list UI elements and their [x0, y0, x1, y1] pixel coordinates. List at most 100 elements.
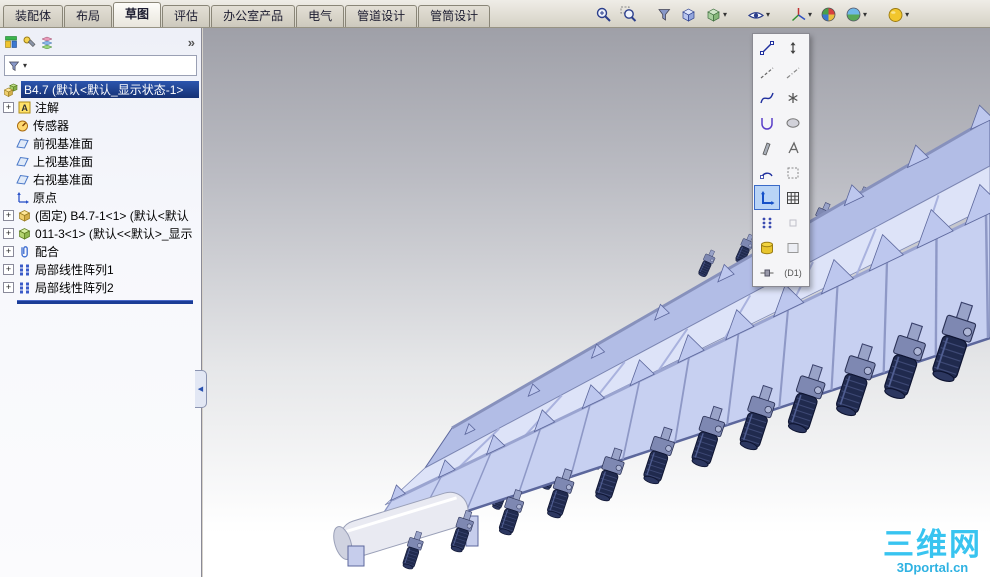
tree-root-assembly[interactable]: B4.7 (默认<默认_显示状态-1> — [3, 81, 201, 98]
centerline-icon — [760, 67, 774, 78]
filter-funnel-icon[interactable] — [8, 60, 20, 72]
tree-root-label: B4.7 (默认<默认_显示状态-1> — [21, 81, 199, 98]
ellipse-tool[interactable] — [780, 110, 806, 135]
grid-tool[interactable] — [780, 185, 806, 210]
command-manager-bar: 装配体 布局 草图 评估 办公室产品 电气 管道设计 管筒设计 ▾ ▾ ▾ ▾ … — [0, 0, 990, 28]
solidworks-window: 装配体 布局 草图 评估 办公室产品 电气 管道设计 管筒设计 ▾ ▾ ▾ ▾ … — [0, 0, 990, 577]
tree-item-origin[interactable]: 原点 — [3, 188, 201, 206]
help-ball-icon — [888, 8, 903, 22]
trim-tool[interactable] — [754, 135, 780, 160]
tree-item-mates[interactable]: + 配合 — [3, 242, 201, 260]
dimension-icon — [790, 41, 796, 54]
expand-plus-icon[interactable]: + — [3, 281, 14, 293]
tree-item-component-011-3[interactable]: + 011-3<1> (默认<<默认>_显示 — [3, 224, 201, 242]
spacer-tool[interactable] — [780, 210, 806, 235]
expand-plus-icon[interactable]: + — [3, 209, 14, 221]
tab-office-products[interactable]: 办公室产品 — [211, 5, 296, 27]
tree-item-label: 前视基准面 — [33, 136, 94, 151]
plane-icon — [15, 154, 30, 169]
tree-item-local-pattern-1[interactable]: + 局部线性阵列1 — [3, 260, 201, 278]
annotations-icon: A — [17, 100, 32, 115]
construction-line-icon — [786, 67, 800, 78]
text-a-icon — [788, 140, 799, 153]
selection-filter-button[interactable] — [655, 5, 674, 24]
filter-funnel-icon — [658, 9, 671, 21]
material-db-tool[interactable] — [754, 235, 780, 260]
faint-square-icon — [789, 219, 797, 226]
edit-appearance-button[interactable] — [818, 4, 839, 25]
construction-line-tool[interactable] — [780, 60, 806, 85]
centerline-tool[interactable] — [754, 60, 780, 85]
hide-show-items-button[interactable]: ▾ — [745, 5, 772, 25]
line-tool[interactable] — [754, 35, 780, 60]
display-style-icon — [707, 8, 720, 22]
ruler-axes-icon — [761, 190, 775, 205]
point-asterisk-icon — [788, 92, 798, 103]
tab-electrical[interactable]: 电气 — [296, 5, 345, 27]
ruler-tool[interactable] — [754, 185, 780, 210]
tab-assembly[interactable]: 装配体 — [3, 5, 64, 27]
tree-item-label: 011-3<1> (默认<<默认>_显示 — [35, 226, 193, 241]
view-orientation-button[interactable]: ▾ — [788, 4, 814, 25]
tab-piping-design[interactable]: 管道设计 — [345, 5, 418, 27]
display-style-button[interactable]: ▾ — [703, 4, 729, 25]
tree-item-label: 传感器 — [33, 118, 70, 133]
ellipse-icon — [786, 117, 800, 128]
plane-icon — [15, 136, 30, 151]
tab-tubing-design[interactable]: 管筒设计 — [418, 5, 491, 27]
tree-item-annotations[interactable]: + A 注解 — [3, 98, 201, 116]
pattern-tool[interactable] — [754, 210, 780, 235]
sensors-icon — [15, 118, 30, 133]
face-tool[interactable] — [780, 235, 806, 260]
tree-item-label: 配合 — [35, 244, 60, 259]
filter-caret-icon[interactable]: ▾ — [23, 61, 27, 70]
svg-text:A: A — [21, 103, 28, 113]
help-button[interactable]: ▾ — [885, 4, 911, 25]
tab-layout[interactable]: 布局 — [64, 5, 113, 27]
expand-plus-icon[interactable]: + — [3, 227, 14, 239]
tree-item-local-pattern-2[interactable]: + 局部线性阵列2 — [3, 278, 201, 296]
apply-scene-button[interactable]: ▾ — [843, 4, 869, 25]
linear-pattern-icon — [17, 280, 32, 295]
point-tool[interactable] — [780, 85, 806, 110]
spline-icon — [760, 92, 774, 103]
tree-item-front-plane[interactable]: 前视基准面 — [3, 134, 201, 152]
zoom-fit-button[interactable] — [593, 4, 614, 25]
slider-tool[interactable] — [754, 260, 780, 285]
dimension-tool[interactable] — [780, 35, 806, 60]
watermark: 三维网 3Dportal.cn — [883, 528, 982, 575]
tree-item-top-plane[interactable]: 上视基准面 — [3, 152, 201, 170]
tab-evaluate[interactable]: 评估 — [162, 5, 211, 27]
viewport-3d-model[interactable] — [203, 28, 990, 577]
dropdown-caret-icon: ▾ — [808, 10, 813, 19]
tangent-arc-tool[interactable] — [754, 160, 780, 185]
assembly-icon — [3, 82, 18, 97]
text-tool[interactable] — [780, 135, 806, 160]
tab-sketch[interactable]: 草图 — [113, 2, 162, 27]
dropdown-caret-icon: ▾ — [863, 10, 868, 19]
panel-expand-chevrons[interactable]: » — [188, 35, 195, 50]
configuration-manager-icon[interactable] — [40, 35, 54, 49]
tree-item-component-b47[interactable]: + (固定) B4.7-1<1> (默认<默认 — [3, 206, 201, 224]
tree-item-sensors[interactable]: 传感器 — [3, 116, 201, 134]
view-cube-button[interactable] — [678, 4, 699, 25]
tree-filter-input[interactable] — [29, 57, 193, 74]
tree-item-right-plane[interactable]: 右视基准面 — [3, 170, 201, 188]
u-spline-icon — [761, 117, 773, 130]
panel-collapse-button[interactable]: ◀ — [195, 370, 207, 408]
rollback-bar[interactable] — [17, 300, 193, 304]
property-manager-icon[interactable] — [22, 35, 36, 49]
expand-plus-icon[interactable]: + — [3, 263, 14, 275]
arc-u-tool[interactable] — [754, 110, 780, 135]
zoom-area-button[interactable] — [618, 4, 639, 25]
trim-blade-icon — [762, 141, 771, 156]
hatch-tool[interactable] — [780, 160, 806, 185]
zoom-fit-icon — [596, 7, 611, 22]
view-toolbar: ▾ ▾ ▾ ▾ ▾ — [593, 4, 911, 25]
expand-plus-icon[interactable]: + — [3, 101, 14, 113]
spline-tool[interactable] — [754, 85, 780, 110]
expand-plus-icon[interactable]: + — [3, 245, 14, 257]
feature-tree: B4.7 (默认<默认_显示状态-1> + A 注解 传感器 前视基准面 上视基 — [0, 79, 201, 304]
square-face-icon — [787, 242, 799, 253]
feature-manager-icon[interactable] — [4, 35, 18, 49]
